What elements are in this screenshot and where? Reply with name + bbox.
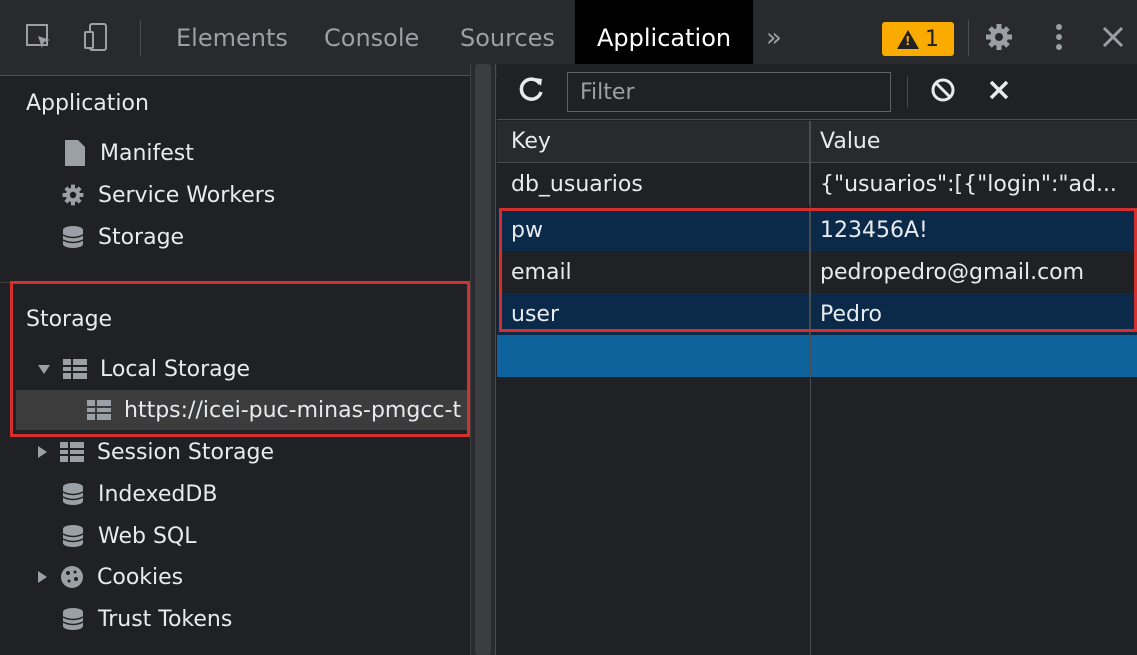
column-header-value[interactable]: Value (810, 121, 1137, 162)
row-value[interactable] (810, 335, 1137, 377)
inspect-element-icon[interactable] (24, 22, 54, 52)
table-row-new-entry[interactable] (497, 335, 1137, 377)
column-divider[interactable] (810, 121, 811, 655)
row-key: email (497, 251, 810, 293)
sidebar-scrollbar[interactable] (470, 64, 496, 655)
row-key: pw (497, 209, 810, 251)
storage-toolbar (497, 64, 1137, 120)
table-row[interactable]: email pedropedro@gmail.com (497, 251, 1137, 293)
sidebar-item-label: Manifest (100, 140, 194, 166)
sidebar-item-manifest[interactable]: Manifest (0, 133, 470, 173)
cookie-icon (59, 564, 85, 590)
row-value: {"usuarios":[{"login":"ad... (820, 171, 1117, 197)
sidebar-item-storage[interactable]: Storage (0, 217, 470, 257)
toolbar-separator (968, 20, 969, 56)
delete-selected-icon[interactable] (987, 72, 1011, 109)
row-key: db_usuarios (497, 163, 810, 205)
row-key: user (497, 293, 810, 335)
warnings-badge[interactable]: 1 (882, 22, 954, 56)
sidebar-item-label: Storage (98, 224, 185, 250)
section-divider (0, 282, 470, 283)
expand-arrow-icon[interactable] (38, 571, 47, 583)
filter-input[interactable] (567, 72, 891, 112)
sidebar-item-web-sql[interactable]: Web SQL (0, 516, 470, 556)
device-toolbar-icon[interactable] (82, 22, 112, 52)
table-header-row: Key Value (497, 121, 1137, 163)
application-sidebar: Application Manifest Service Workers Sto… (0, 77, 470, 655)
sidebar-item-cookies[interactable]: Cookies (0, 557, 470, 597)
row-key[interactable] (497, 335, 810, 377)
table-grid-icon (59, 439, 85, 465)
sidebar-item-label: Service Workers (98, 182, 276, 208)
sidebar-title-application: Application (26, 91, 149, 116)
kebab-menu-icon[interactable] (1044, 22, 1074, 52)
storage-panel: Key Value db_usuarios {"usuarios":[{"log… (497, 64, 1137, 655)
sidebar-title-storage: Storage (26, 307, 113, 332)
table-row[interactable]: pw 123456A! (497, 209, 1137, 251)
sidebar-item-label: Session Storage (97, 439, 275, 465)
expand-arrow-icon[interactable] (38, 446, 47, 458)
refresh-icon[interactable] (519, 76, 545, 109)
table-row[interactable]: user Pedro (497, 293, 1137, 335)
sidebar-item-label: Web SQL (98, 523, 197, 549)
gear-icon (60, 182, 86, 208)
sidebar-item-label: https://icei-puc-minas-pmgcc-t (124, 397, 462, 423)
sidebar-item-trust-tokens[interactable]: Trust Tokens (0, 599, 470, 639)
table-grid-icon (62, 356, 88, 382)
tab-console[interactable]: Console (302, 0, 441, 76)
row-value: 123456A! (820, 217, 928, 243)
clear-all-icon[interactable] (929, 76, 959, 106)
close-icon[interactable] (1098, 22, 1128, 52)
expand-arrow-icon[interactable] (38, 364, 50, 374)
document-icon (62, 140, 88, 166)
sidebar-item-label: Trust Tokens (98, 606, 233, 632)
toolbar-separator (140, 20, 141, 56)
column-header-key[interactable]: Key (497, 121, 810, 162)
database-icon (60, 523, 86, 549)
warning-count: 1 (925, 26, 939, 52)
warning-icon (897, 29, 919, 49)
sidebar-item-indexeddb[interactable]: IndexedDB (0, 474, 470, 514)
sidebar-item-session-storage[interactable]: Session Storage (0, 432, 470, 472)
database-icon (60, 606, 86, 632)
tab-elements[interactable]: Elements (154, 0, 310, 76)
row-value: Pedro (820, 301, 883, 327)
sidebar-item-local-storage-origin[interactable]: https://icei-puc-minas-pmgcc-t (16, 390, 470, 430)
table-grid-icon (86, 397, 112, 423)
scrollbar-thumb[interactable] (475, 64, 491, 655)
sidebar-item-label: Cookies (97, 564, 184, 590)
sidebar-item-service-workers[interactable]: Service Workers (0, 175, 470, 215)
database-icon (60, 224, 86, 250)
sidebar-item-local-storage[interactable]: Local Storage (0, 349, 470, 389)
toolbar-separator (907, 76, 908, 108)
settings-gear-icon[interactable] (984, 22, 1014, 52)
sidebar-item-label: IndexedDB (98, 481, 218, 507)
database-icon (60, 481, 86, 507)
table-row[interactable]: db_usuarios {"usuarios":[{"login":"ad... (497, 163, 1137, 205)
sidebar-item-label: Local Storage (100, 356, 251, 382)
row-value: pedropedro@gmail.com (820, 259, 1085, 285)
